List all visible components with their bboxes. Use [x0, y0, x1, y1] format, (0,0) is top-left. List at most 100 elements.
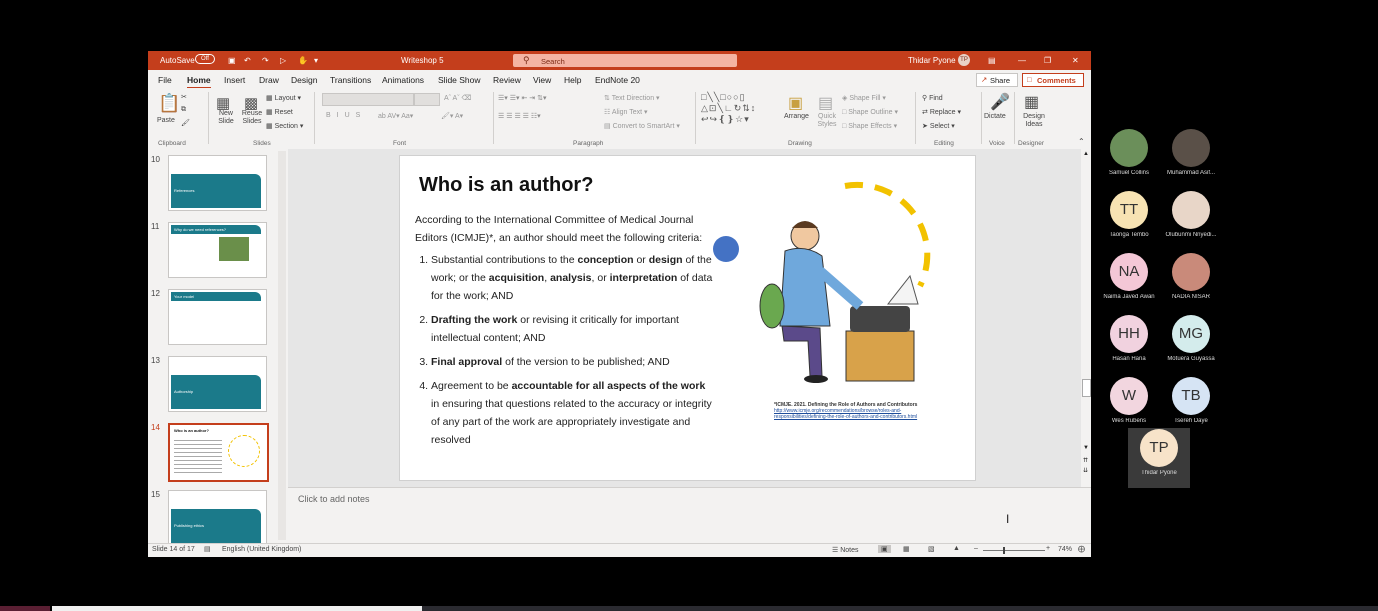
- participant-tile[interactable]: HH Hasan Hana: [1098, 314, 1160, 374]
- microphone-icon[interactable]: 🎤: [990, 92, 1010, 112]
- shapes-gallery[interactable]: □╲╲□○○▯ △⊡╲∟↻⇅↕ ↩↪❴❵☆▾: [701, 92, 773, 126]
- arrange-label[interactable]: Arrange: [784, 113, 809, 120]
- minimize-icon[interactable]: —: [1018, 56, 1026, 65]
- find-button[interactable]: ⚲ Find: [922, 94, 943, 102]
- restore-icon[interactable]: ❐: [1044, 56, 1051, 65]
- tab-slide-show[interactable]: Slide Show: [438, 75, 481, 85]
- participant-tile[interactable]: TB Tsereh Daye: [1160, 376, 1222, 436]
- tab-review[interactable]: Review: [493, 75, 521, 85]
- current-slide[interactable]: Who is an author? According to the Inter…: [399, 155, 976, 481]
- participant-tile[interactable]: TT Taonga Tembo: [1098, 190, 1160, 250]
- tab-endnote[interactable]: EndNote 20: [595, 75, 640, 85]
- scroll-thumb[interactable]: [1082, 379, 1091, 397]
- notes-toggle[interactable]: ☰ Notes: [832, 546, 859, 554]
- font-spacing-icons[interactable]: ab AV▾ Aa▾: [378, 112, 413, 120]
- save-icon[interactable]: ▣: [228, 56, 236, 65]
- slide-thumbnail-14-selected[interactable]: Who is an author?: [168, 423, 269, 482]
- language-status[interactable]: English (United Kingdom): [222, 546, 301, 553]
- search-box[interactable]: ⚲ Search: [513, 54, 737, 67]
- collapse-ribbon-icon[interactable]: ⌃: [1078, 137, 1085, 146]
- design-ideas-label[interactable]: Design Ideas: [1020, 113, 1048, 129]
- text-direction-button[interactable]: ⇅ Text Direction ▾: [604, 94, 660, 102]
- convert-smartart-button[interactable]: ▤ Convert to SmartArt ▾: [604, 122, 680, 130]
- account-name[interactable]: Thidar Pyone: [908, 56, 956, 65]
- reading-view-icon[interactable]: ▧: [928, 545, 935, 553]
- section-button[interactable]: ▦ Section ▾: [266, 122, 303, 130]
- close-icon[interactable]: ✕: [1072, 56, 1079, 65]
- fit-to-window-icon[interactable]: ⨁: [1078, 545, 1085, 553]
- undo-icon[interactable]: ↶: [244, 56, 251, 65]
- participant-tile[interactable]: MG Motuera Guyassa: [1160, 314, 1222, 374]
- copy-icon[interactable]: ⧉: [181, 106, 186, 114]
- tab-view[interactable]: View: [533, 75, 551, 85]
- previous-slide-icon[interactable]: ⇈: [1083, 457, 1088, 464]
- zoom-slider-thumb[interactable]: [1003, 547, 1005, 554]
- tab-home[interactable]: Home: [187, 75, 211, 89]
- shape-outline-button[interactable]: □ Shape Outline ▾: [842, 108, 898, 116]
- blue-circle-shape[interactable]: [713, 236, 739, 262]
- dictate-label[interactable]: Dictate: [984, 113, 1006, 120]
- participant-tile[interactable]: NA Naima Javed Awan: [1098, 252, 1160, 312]
- slide-sorter-icon[interactable]: ▦: [903, 545, 910, 553]
- author-typewriter-illustration[interactable]: [750, 176, 970, 391]
- participant-tile[interactable]: NADIA NISAR: [1160, 252, 1222, 312]
- slide-thumbnail-13[interactable]: Authorship: [168, 356, 267, 412]
- zoom-out-icon[interactable]: –: [974, 545, 978, 552]
- replace-button[interactable]: ⇄ Replace ▾: [922, 108, 961, 116]
- format-painter-icon[interactable]: 🖌: [181, 119, 190, 127]
- slide-scrollbar[interactable]: ▲ ▼ ⇈ ⇊: [1081, 149, 1091, 487]
- shape-fill-button[interactable]: ◈ Shape Fill ▾: [842, 94, 886, 102]
- slide-title[interactable]: Who is an author?: [419, 174, 593, 197]
- scroll-up-icon[interactable]: ▲: [1083, 151, 1089, 157]
- slide-thumbnail-10[interactable]: References: [168, 155, 267, 211]
- slide-thumbnail-12[interactable]: Your model: [168, 289, 267, 345]
- citation-link[interactable]: http://www.icmje.org/recommendations/bro…: [774, 408, 917, 420]
- thumbnail-scrollbar[interactable]: [278, 151, 286, 540]
- reuse-slides-label[interactable]: Reuse Slides: [239, 110, 265, 126]
- tab-draw[interactable]: Draw: [259, 75, 279, 85]
- tab-help[interactable]: Help: [564, 75, 581, 85]
- account-avatar[interactable]: TP: [958, 54, 970, 66]
- share-button[interactable]: ↗ Share: [976, 73, 1018, 87]
- participant-tile[interactable]: W Wes Rubens: [1098, 376, 1160, 436]
- font-style-buttons[interactable]: BIUS: [326, 112, 366, 119]
- align-text-button[interactable]: ☷ Align Text ▾: [604, 108, 648, 116]
- tab-animations[interactable]: Animations: [382, 75, 424, 85]
- paste-label[interactable]: Paste: [157, 117, 175, 124]
- autosave-toggle[interactable]: Off: [195, 54, 215, 64]
- paste-icon[interactable]: 📋: [158, 93, 180, 114]
- participant-tile-self[interactable]: TP Thidar Pyone: [1128, 428, 1190, 488]
- list-buttons[interactable]: ☰▾ ☰▾ ⇤ ⇥ ⇅▾: [498, 94, 546, 102]
- zoom-in-icon[interactable]: +: [1046, 545, 1050, 552]
- participant-tile[interactable]: Samuel Collins: [1098, 128, 1160, 188]
- font-grow-shrink-icons[interactable]: Aˆ Aˇ ⌫: [444, 94, 471, 102]
- font-size-box[interactable]: [414, 93, 440, 106]
- scroll-down-icon[interactable]: ▼: [1083, 445, 1089, 451]
- tab-file[interactable]: File: [158, 75, 172, 85]
- reset-button[interactable]: ▦ Reset: [266, 108, 293, 116]
- next-slide-icon[interactable]: ⇊: [1083, 467, 1088, 474]
- redo-icon[interactable]: ↷: [262, 56, 269, 65]
- touch-mode-icon[interactable]: ✋: [298, 56, 308, 65]
- notes-placeholder[interactable]: Click to add notes: [298, 494, 370, 504]
- cut-icon[interactable]: ✂: [181, 93, 187, 101]
- normal-view-icon[interactable]: ▣: [878, 545, 891, 553]
- slide-thumbnail-15[interactable]: Publishing ethics: [168, 490, 267, 546]
- tab-transitions[interactable]: Transitions: [330, 75, 371, 85]
- shape-effects-button[interactable]: □ Shape Effects ▾: [842, 122, 897, 130]
- select-button[interactable]: ➤ Select ▾: [922, 122, 955, 130]
- notes-pane[interactable]: Click to add notes: [288, 487, 1091, 541]
- quick-styles-label[interactable]: Quick Styles: [812, 113, 842, 129]
- design-ideas-icon[interactable]: ▦: [1024, 92, 1039, 112]
- customize-qat-icon[interactable]: ▾: [314, 56, 318, 65]
- participant-tile[interactable]: Olubunmi Nnyedi...: [1160, 190, 1222, 250]
- font-name-box[interactable]: [322, 93, 414, 106]
- tab-design[interactable]: Design: [291, 75, 317, 85]
- quick-styles-icon[interactable]: ▤: [818, 93, 833, 113]
- slide-thumbnail-11[interactable]: Why do we need references?: [168, 222, 267, 278]
- zoom-level[interactable]: 74%: [1058, 546, 1072, 553]
- present-icon[interactable]: ▷: [280, 56, 286, 65]
- new-slide-label[interactable]: New Slide: [212, 110, 240, 126]
- layout-button[interactable]: ▦ Layout ▾: [266, 94, 301, 102]
- slide-body[interactable]: According to the International Committee…: [415, 211, 715, 455]
